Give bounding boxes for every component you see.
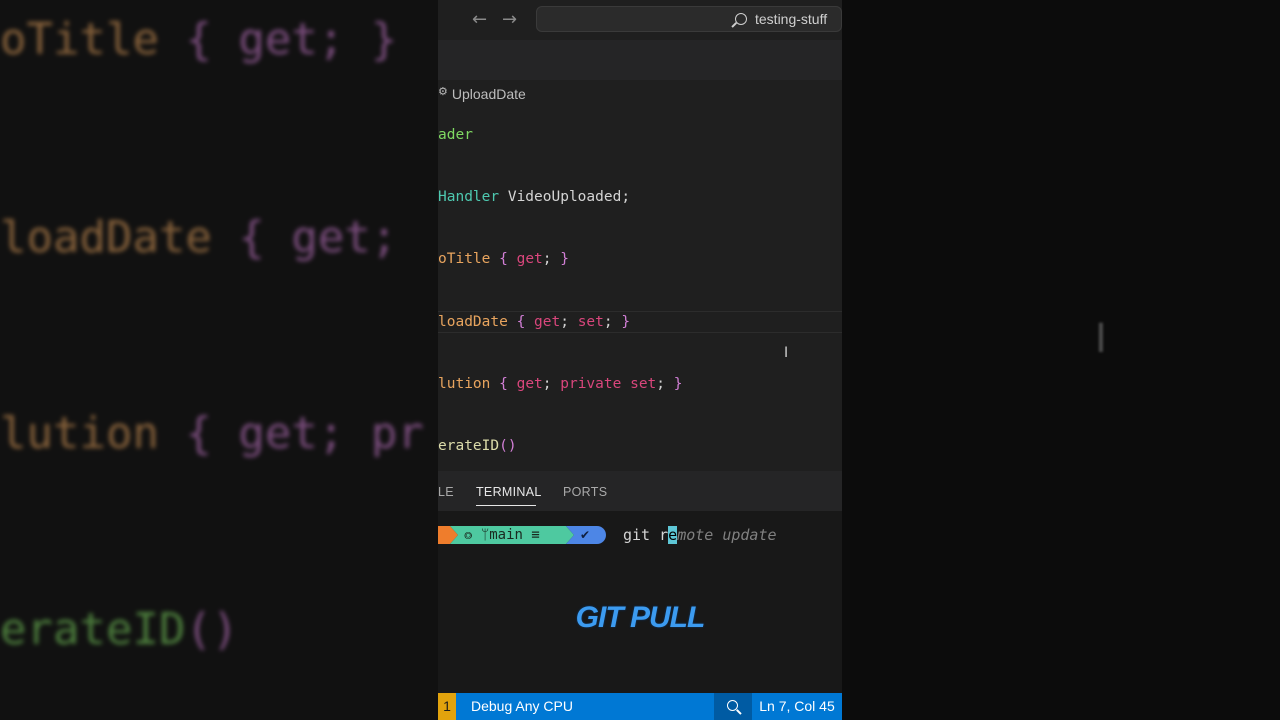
terminal-panel[interactable]: ⭗ ᛘmain ≡ ✔ git remote update GIT PULL	[438, 511, 842, 693]
title-bar: ← → testing-stuff	[438, 0, 842, 40]
document-tab-strip	[438, 40, 842, 80]
zoom-icon	[727, 700, 738, 711]
typed-command: git r	[623, 526, 669, 544]
search-box[interactable]: testing-stuff	[536, 6, 842, 32]
bg-code-line: oTitle { get; }	[0, 14, 398, 65]
ibeam-cursor-icon: I	[1095, 316, 1107, 362]
breadcrumb-label: UploadDate	[451, 86, 526, 102]
arrow-left-icon[interactable]: ←	[472, 9, 487, 30]
problem-count-badge[interactable]: 1	[438, 693, 456, 720]
text-cursor: e	[668, 526, 678, 544]
search-label: testing-stuff	[755, 11, 828, 27]
code-line: lution { get; private set; }	[438, 376, 683, 392]
prompt-segment-os	[438, 526, 458, 544]
terminal-command-line[interactable]: git remote update	[623, 525, 777, 545]
check-icon: ✔	[580, 528, 591, 542]
active-tab-indicator	[476, 505, 536, 506]
tab-console[interactable]: LE	[438, 485, 454, 499]
code-editor[interactable]: ⚙ UploadDate ader Handler VideoUploaded; …	[438, 80, 842, 471]
prompt-segment-status: ✔	[566, 526, 606, 544]
tab-terminal[interactable]: TERMINAL	[476, 485, 542, 499]
property-icon: ⚙	[438, 86, 448, 98]
bg-code-line: erateID()	[0, 604, 239, 655]
breadcrumb[interactable]: ⚙ UploadDate	[438, 86, 526, 106]
bottom-panel-tabs: LE TERMINAL PORTS	[438, 471, 842, 511]
arrow-right-icon[interactable]: →	[502, 9, 517, 30]
build-configuration[interactable]: Debug Any CPU	[471, 693, 573, 720]
code-line: erateID()	[438, 438, 517, 454]
zoom-button[interactable]	[714, 693, 752, 720]
prompt-segment-git: ⭗ ᛘmain ≡	[450, 526, 574, 544]
ide-window: ← → testing-stuff ⚙ UploadDate ader Handl…	[438, 0, 842, 720]
cursor-position[interactable]: Ln 7, Col 45	[752, 693, 842, 720]
code-line: loadDate { get; set; }	[438, 314, 631, 330]
git-branch-label: ⭗ ᛘmain ≡	[464, 527, 540, 543]
code-line: oTitle { get; }	[438, 251, 569, 267]
command-suggestion: mote update	[677, 526, 777, 544]
background-right-blur	[842, 0, 1280, 720]
background-left-blur: oTitle { get; } loadDate { get; lution {…	[0, 0, 438, 720]
bg-code-line: loadDate { get;	[0, 212, 398, 263]
bg-code-line: lution { get; pr	[0, 408, 424, 459]
status-bar: 1 Debug Any CPU Ln 7, Col 45	[438, 693, 842, 720]
search-icon	[735, 13, 747, 25]
code-line: Handler VideoUploaded;	[438, 189, 631, 205]
code-line: ader	[438, 127, 473, 143]
mouse-cursor-icon: I	[784, 345, 789, 361]
tab-ports[interactable]: PORTS	[563, 485, 607, 499]
video-overlay-title: GIT PULL	[575, 601, 706, 634]
